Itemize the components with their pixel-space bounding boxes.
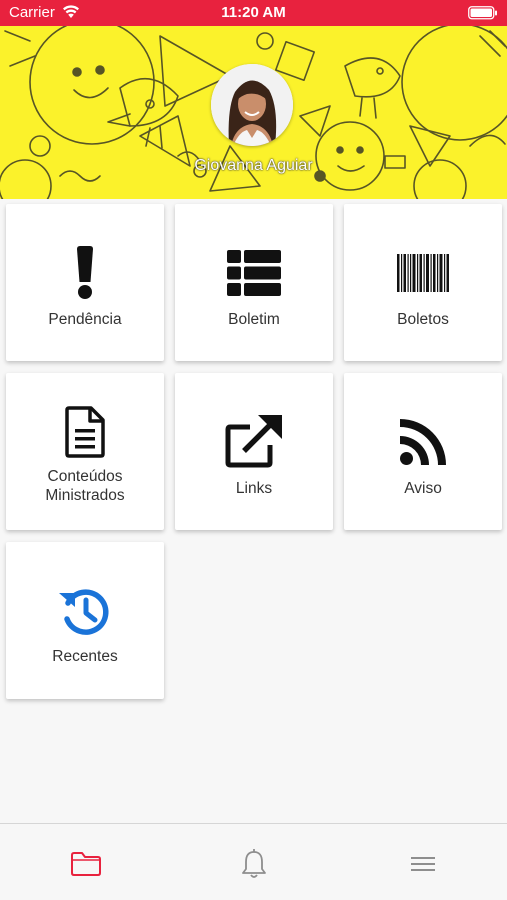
battery-icon — [468, 6, 498, 25]
document-icon — [6, 406, 164, 458]
menu-tile-boletim[interactable]: Boletim — [175, 204, 333, 361]
status-time: 11:20 AM — [221, 4, 286, 21]
tile-label: Conteúdos Ministrados — [45, 468, 125, 504]
menu-icon — [411, 857, 435, 871]
tab-folder[interactable] — [68, 846, 104, 882]
tile-label: Pendência — [48, 311, 122, 328]
tile-label: Boletim — [228, 311, 280, 328]
menu-tile-aviso[interactable]: Aviso — [344, 373, 502, 530]
menu-tile-links[interactable]: Links — [175, 373, 333, 530]
tab-notifications[interactable] — [236, 846, 272, 882]
external-link-icon — [175, 415, 333, 469]
user-name: Giovanna Aguiar — [194, 157, 313, 174]
status-bar: Carrier 11:20 AM — [0, 0, 507, 26]
menu-tile-pendencia[interactable]: Pendência — [6, 204, 164, 361]
tile-label: Recentes — [52, 648, 118, 665]
menu-tile-recentes[interactable]: Recentes — [6, 542, 164, 699]
avatar-photo — [211, 64, 293, 146]
menu-tile-boletos[interactable]: Boletos — [344, 204, 502, 361]
barcode-icon — [344, 254, 502, 292]
exclamation-icon — [6, 246, 164, 300]
profile-header: Giovanna Aguiar — [0, 26, 507, 199]
bell-icon — [242, 849, 266, 878]
menu-tile-conteudos-ministrados[interactable]: Conteúdos Ministrados — [6, 373, 164, 530]
tab-menu[interactable] — [405, 846, 441, 882]
tile-label: Links — [235, 480, 273, 497]
folder-icon — [71, 852, 101, 876]
tile-label: Boletos — [397, 311, 449, 328]
history-icon — [6, 585, 164, 637]
table-list-icon — [175, 250, 333, 296]
user-avatar[interactable] — [211, 64, 293, 146]
bottom-tab-bar — [0, 823, 507, 900]
rss-icon — [344, 419, 502, 465]
tile-label: Aviso — [404, 480, 442, 497]
